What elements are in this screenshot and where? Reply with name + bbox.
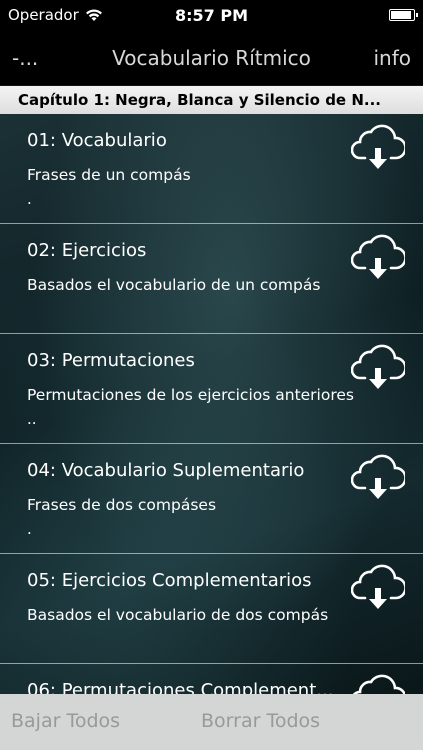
section-header: Capítulo 1: Negra, Blanca y Silencio de … bbox=[0, 86, 423, 114]
wifi-icon bbox=[85, 8, 102, 21]
lesson-subtitle: Basados el vocabulario de dos compás bbox=[27, 606, 329, 624]
carrier-label: Operador bbox=[8, 6, 79, 24]
download-cloud-icon[interactable] bbox=[350, 124, 407, 172]
bottom-toolbar: Bajar Todos Borrar Todos bbox=[0, 694, 423, 750]
info-button[interactable]: info bbox=[373, 46, 411, 70]
lesson-dots: . bbox=[27, 190, 32, 208]
back-button[interactable]: -... bbox=[12, 46, 38, 70]
delete-all-button[interactable]: Borrar Todos bbox=[201, 710, 320, 732]
lesson-title: 01: Vocabulario bbox=[27, 130, 167, 151]
lesson-title: 06: Permutaciones Complement... bbox=[27, 680, 334, 694]
lesson-dots: . bbox=[27, 520, 32, 538]
lesson-rows: 01: Vocabulario Frases de un compás. 02: E… bbox=[0, 114, 423, 694]
lesson-subtitle: Permutaciones de los ejercicios anterior… bbox=[27, 386, 354, 404]
lesson-title: 03: Permutaciones bbox=[27, 350, 195, 371]
page-title: Vocabulario Rítmico bbox=[112, 45, 311, 70]
download-cloud-icon[interactable] bbox=[351, 674, 407, 694]
navigation-bar: -... Vocabulario Rítmico info bbox=[0, 30, 423, 85]
lesson-row[interactable]: 03: Permutaciones Permutaciones de los ej… bbox=[0, 334, 423, 444]
lesson-dots: .. bbox=[27, 410, 37, 428]
lesson-row[interactable]: 02: Ejercicios Basados el vocabulario de … bbox=[0, 224, 423, 334]
battery-fill bbox=[391, 11, 411, 19]
lesson-title: 05: Ejercicios Complementarios bbox=[27, 570, 312, 591]
download-cloud-icon[interactable] bbox=[350, 564, 407, 612]
status-bar: Operador 8:57 PM bbox=[0, 0, 423, 30]
lesson-subtitle: Frases de dos compáses bbox=[27, 496, 217, 514]
download-all-button[interactable]: Bajar Todos bbox=[11, 710, 120, 732]
lesson-row[interactable]: 05: Ejercicios Complementarios Basados el… bbox=[0, 554, 423, 664]
status-left: Operador bbox=[8, 6, 103, 24]
download-cloud-icon[interactable] bbox=[350, 344, 407, 392]
lesson-title: 02: Ejercicios bbox=[27, 240, 147, 261]
lesson-list[interactable]: 01: Vocabulario Frases de un compás. 02: E… bbox=[0, 114, 423, 694]
lesson-row[interactable]: 06: Permutaciones Complement... bbox=[0, 664, 423, 694]
lesson-subtitle: Basados el vocabulario de un compás bbox=[27, 276, 321, 294]
download-cloud-icon[interactable] bbox=[350, 454, 407, 502]
lesson-row[interactable]: 01: Vocabulario Frases de un compás. bbox=[0, 114, 423, 224]
download-cloud-icon[interactable] bbox=[350, 234, 407, 282]
battery-icon bbox=[389, 9, 418, 21]
lesson-row[interactable]: 04: Vocabulario Suplementario Frases de d… bbox=[0, 444, 423, 554]
lesson-title: 04: Vocabulario Suplementario bbox=[27, 460, 305, 481]
lesson-subtitle: Frases de un compás bbox=[27, 166, 191, 184]
